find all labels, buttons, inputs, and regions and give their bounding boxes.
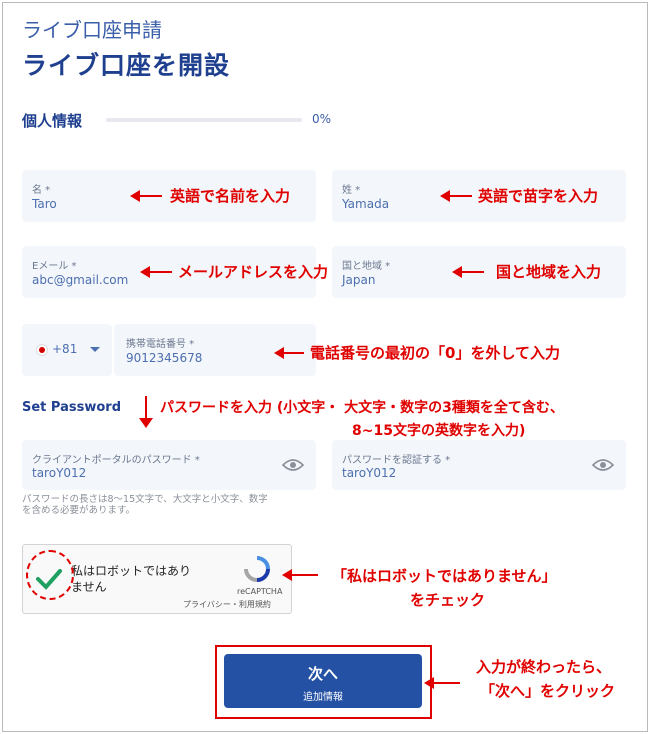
annotation-country: 国と地域を入力 xyxy=(496,263,602,281)
next-button-sublabel: 追加情報 xyxy=(303,692,343,703)
annotation-phone: 電話番号の最初の「0」を外して入力 xyxy=(310,344,560,362)
page-title: ライブ口座を開設 xyxy=(22,51,231,80)
section-title: 個人情報 xyxy=(22,112,83,130)
recaptcha-links[interactable]: プライバシー・利用規約 xyxy=(183,599,271,610)
annotation-captcha-1: 「私はロボットではありません」 xyxy=(332,567,557,585)
first-name-value: Taro xyxy=(32,197,57,211)
password-field[interactable]: クライアントポータルのパスワード * taroY012 xyxy=(22,440,316,490)
country-value: Japan xyxy=(342,273,376,287)
page-subtitle: ライブ口座申請 xyxy=(22,18,162,42)
email-label: Eメール * xyxy=(32,261,77,272)
password-confirm-field[interactable]: パスワードを認証する * taroY012 xyxy=(332,440,626,490)
password-value: taroY012 xyxy=(32,466,87,480)
password-help-text: パスワードの長さは8〜15文字で、大文字と小文字、数字 を含める必要があります。 xyxy=(22,494,268,516)
progress-bar xyxy=(106,118,302,122)
annotation-last-name: 英語で苗字を入力 xyxy=(478,187,599,205)
progress-percent: 0% xyxy=(312,112,332,126)
arrow-left-icon xyxy=(440,190,472,202)
arrow-left-icon xyxy=(274,347,304,359)
arrow-left-icon xyxy=(452,266,484,278)
password-confirm-label: パスワードを認証する * xyxy=(342,455,451,466)
annotation-captcha-2: をチェック xyxy=(410,591,486,609)
password-confirm-value: taroY012 xyxy=(342,466,397,480)
eye-icon[interactable] xyxy=(592,458,614,472)
arrow-down-head xyxy=(139,418,153,428)
annotation-next-1: 入力が終わったら、 xyxy=(476,658,612,676)
captcha-label: 私はロボットではあり ません xyxy=(71,564,192,594)
last-name-label: 姓 * xyxy=(342,185,361,196)
arrow-left-icon xyxy=(140,266,172,278)
annotation-next-2: 「次へ」をクリック xyxy=(480,682,616,700)
phone-value: 9012345678 xyxy=(126,351,203,365)
phone-country-code-select[interactable]: +81 xyxy=(22,324,112,376)
arrow-left-icon xyxy=(282,569,318,581)
highlight-circle xyxy=(26,550,74,600)
annotation-password-1: パスワードを入力 (小文字・ 大文字・数字の3種類を全て含む、 xyxy=(160,400,564,416)
country-label: 国と地域 * xyxy=(342,261,391,272)
japan-flag-icon xyxy=(36,344,48,356)
recaptcha-brand: reCAPTCHA xyxy=(237,587,283,596)
next-button[interactable]: 次へ 追加情報 xyxy=(224,654,422,708)
arrow-left-icon xyxy=(130,190,162,202)
annotation-first-name: 英語で名前を入力 xyxy=(170,187,291,205)
annotation-password-2: 8~15文字の英数字を入力) xyxy=(352,423,526,439)
recaptcha-logo-icon xyxy=(244,556,270,582)
annotation-email: メールアドレスを入力 xyxy=(178,263,329,281)
phone-code-value: +81 xyxy=(52,342,78,356)
last-name-value: Yamada xyxy=(342,197,390,211)
email-value: abc@gmail.com xyxy=(32,273,129,287)
set-password-heading: Set Password xyxy=(22,400,122,415)
chevron-down-icon xyxy=(90,347,100,352)
password-label: クライアントポータルのパスワード * xyxy=(32,455,200,466)
phone-number-field[interactable]: 携帯電話番号 * 9012345678 xyxy=(114,324,316,376)
first-name-label: 名 * xyxy=(32,185,51,196)
phone-label: 携帯電話番号 * xyxy=(126,339,195,350)
eye-icon[interactable] xyxy=(282,458,304,472)
arrow-left-icon xyxy=(424,677,460,689)
next-button-label: 次へ xyxy=(307,665,338,683)
